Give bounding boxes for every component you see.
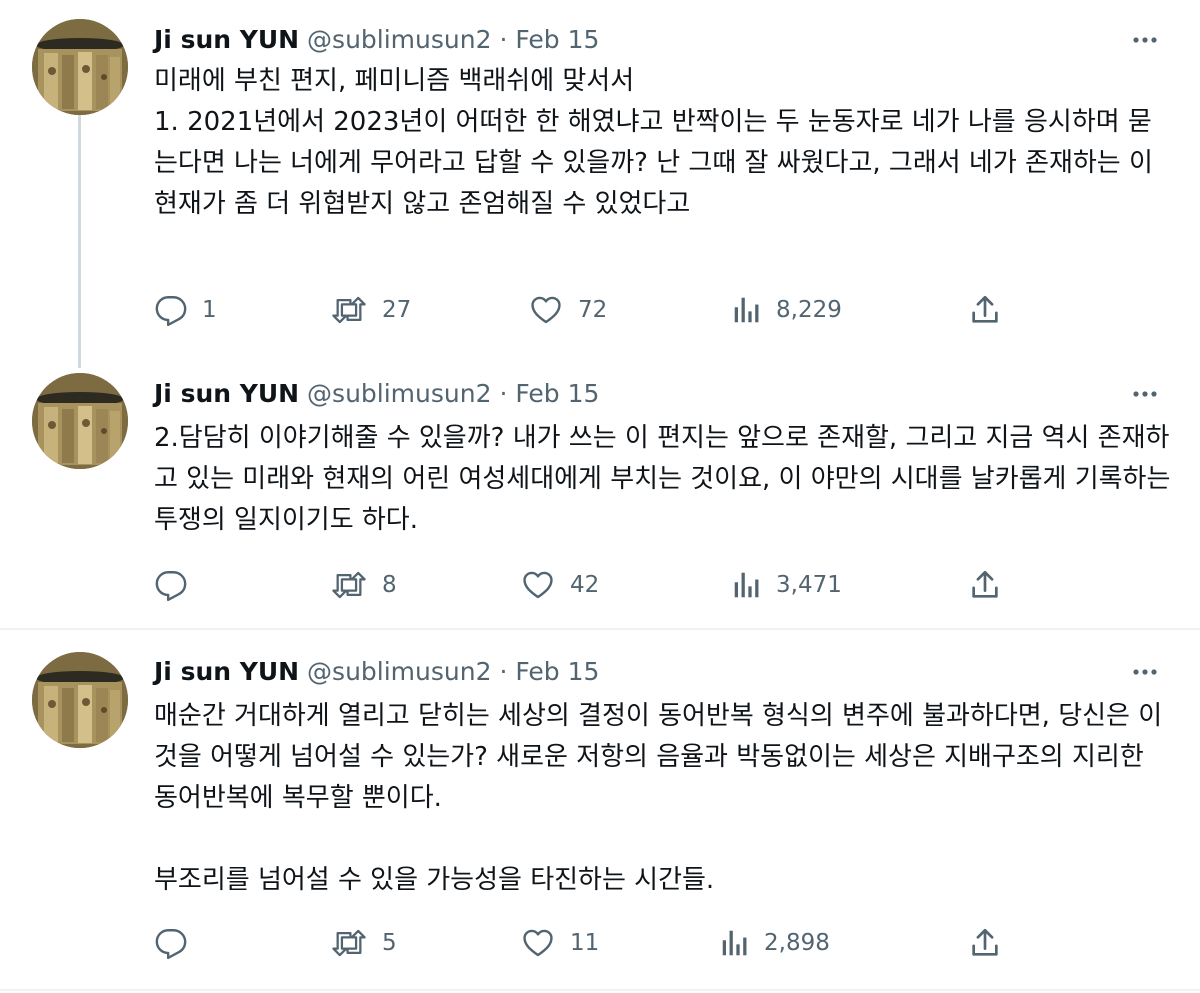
more-icon <box>1133 391 1157 397</box>
retweet-count: 5 <box>382 930 397 956</box>
tweet-header: Ji sun YUN @sublimusun2 · Feb 15 <box>154 20 599 60</box>
more-icon <box>1133 37 1157 43</box>
avatar-image <box>32 652 128 748</box>
share-icon <box>972 928 998 956</box>
avatar[interactable] <box>32 19 128 115</box>
reply-icon <box>155 929 187 960</box>
views-count: 3,471 <box>776 572 842 598</box>
share-button[interactable] <box>968 565 1002 605</box>
tweet[interactable]: Ji sun YUN @sublimusun2 · Feb 15 매순간 거대하… <box>0 628 1200 993</box>
tweet-paragraph: 미래에 부친 편지, 페미니즘 백래쉬에 맞서서 <box>154 66 635 96</box>
author-name[interactable]: Ji sun YUN <box>154 379 299 408</box>
more-options-button[interactable] <box>1128 655 1162 689</box>
tweet-date[interactable]: Feb 15 <box>515 25 599 54</box>
tweet-text: 미래에 부친 편지, 페미니즘 백래쉬에 맞서서 1. 2021년에서 2023… <box>154 61 1174 225</box>
tweet-header: Ji sun YUN @sublimusun2 · Feb 15 <box>154 374 599 414</box>
separator-dot: · <box>499 379 508 408</box>
avatar-image <box>32 373 128 469</box>
heart-icon <box>531 296 561 324</box>
like-count: 72 <box>578 297 608 323</box>
views-button[interactable]: 2,898 <box>720 923 830 963</box>
more-icon <box>1133 669 1157 675</box>
views-count: 8,229 <box>776 297 842 323</box>
more-options-button[interactable] <box>1128 23 1162 57</box>
author-handle[interactable]: @sublimusun2 <box>307 657 491 686</box>
reply-button[interactable] <box>154 565 202 605</box>
views-icon <box>734 297 759 323</box>
tweet-paragraph-blank <box>154 819 1174 860</box>
tweet-date[interactable]: Feb 15 <box>515 657 599 686</box>
retweet-count: 8 <box>382 572 397 598</box>
tweet[interactable]: Ji sun YUN @sublimusun2 · Feb 15 2.담담히 이… <box>0 363 1200 628</box>
tweet-header: Ji sun YUN @sublimusun2 · Feb 15 <box>154 652 599 692</box>
retweet-icon <box>332 929 366 957</box>
action-bar: 8 42 3,471 <box>154 565 1014 605</box>
tweet-paragraph: 부조리를 넘어설 수 있을 가능성을 타진하는 시간들. <box>154 865 715 895</box>
avatar[interactable] <box>32 373 128 469</box>
views-icon <box>722 930 747 956</box>
reply-count: 1 <box>202 297 217 323</box>
share-button[interactable] <box>968 923 1002 963</box>
reply-button[interactable]: 1 <box>154 290 217 330</box>
like-button[interactable]: 42 <box>520 565 599 605</box>
avatar[interactable] <box>32 652 128 748</box>
author-handle[interactable]: @sublimusun2 <box>307 379 491 408</box>
reply-icon <box>155 571 187 602</box>
tweet-paragraph: 매순간 거대하게 열리고 닫히는 세상의 결정이 동어반복 형식의 변주에 불과… <box>154 701 1163 813</box>
tweet-divider <box>0 989 1200 991</box>
retweet-button[interactable]: 8 <box>330 565 397 605</box>
tweet-date[interactable]: Feb 15 <box>515 379 599 408</box>
share-button[interactable] <box>968 290 1002 330</box>
more-options-button[interactable] <box>1128 377 1162 411</box>
author-name[interactable]: Ji sun YUN <box>154 25 299 54</box>
tweet-paragraph: 1. 2021년에서 2023년이 어떠한 한 해였냐고 반짝이는 두 눈동자로… <box>154 107 1162 219</box>
views-count: 2,898 <box>764 930 830 956</box>
action-bar: 1 27 72 8,229 <box>154 290 1014 330</box>
share-icon <box>972 570 998 598</box>
reply-icon <box>155 296 187 327</box>
heart-icon <box>523 929 553 957</box>
reply-button[interactable] <box>154 923 202 963</box>
share-icon <box>972 295 998 323</box>
views-icon <box>734 572 759 598</box>
avatar-image <box>32 19 128 115</box>
retweet-button[interactable]: 5 <box>330 923 397 963</box>
like-button[interactable]: 11 <box>520 923 599 963</box>
separator-dot: · <box>499 25 508 54</box>
separator-dot: · <box>499 657 508 686</box>
retweet-button[interactable]: 27 <box>330 290 411 330</box>
retweet-icon <box>332 296 366 324</box>
tweet[interactable]: Ji sun YUN @sublimusun2 · Feb 15 미래에 부친 … <box>0 0 1200 363</box>
like-button[interactable]: 72 <box>528 290 607 330</box>
tweet-text: 매순간 거대하게 열리고 닫히는 세상의 결정이 동어반복 형식의 변주에 불과… <box>154 696 1174 901</box>
heart-icon <box>523 571 553 599</box>
like-count: 42 <box>570 572 600 598</box>
retweet-icon <box>332 571 366 599</box>
views-button[interactable]: 8,229 <box>732 290 842 330</box>
views-button[interactable]: 3,471 <box>732 565 842 605</box>
tweet-text: 2.담담히 이야기해줄 수 있을까? 내가 쓰는 이 편지는 앞으로 존재할, … <box>154 418 1174 541</box>
retweet-count: 27 <box>382 297 412 323</box>
action-bar: 5 11 2,898 <box>154 923 1014 963</box>
tweet-paragraph: 2.담담히 이야기해줄 수 있을까? 내가 쓰는 이 편지는 앞으로 존재할, … <box>154 423 1179 535</box>
author-handle[interactable]: @sublimusun2 <box>307 25 491 54</box>
like-count: 11 <box>570 930 600 956</box>
author-name[interactable]: Ji sun YUN <box>154 657 299 686</box>
